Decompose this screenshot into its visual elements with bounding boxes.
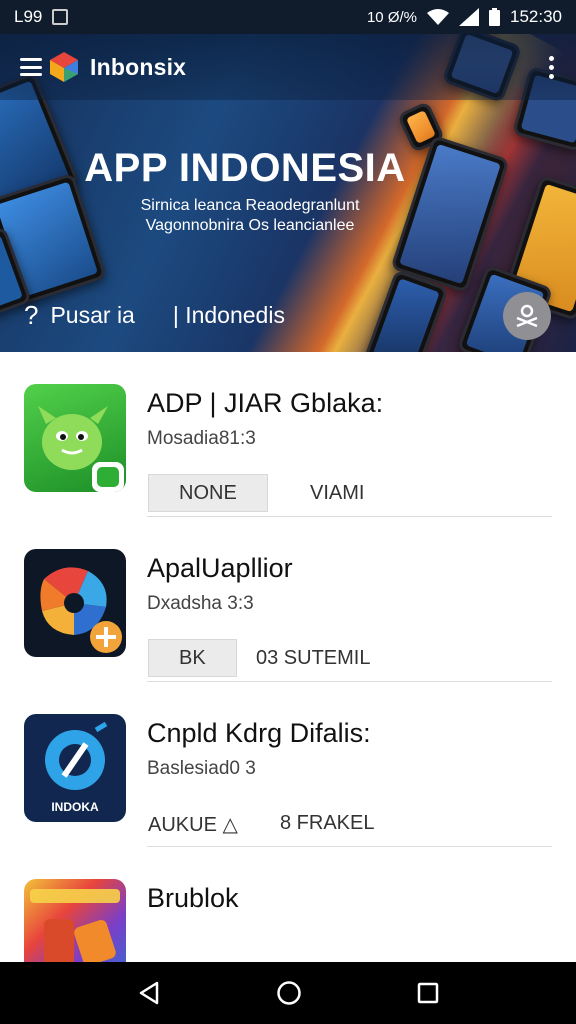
app-tertiary-action[interactable]: AUKUE △ — [148, 812, 238, 837]
hero-link-right[interactable]: | Indonedis — [173, 302, 285, 329]
help-icon: ? — [24, 300, 39, 330]
wifi-icon — [427, 9, 449, 25]
hero-subtitle: Sirnica leanca Reaodegranlunt Vagonnobni… — [0, 196, 500, 236]
battery-icon — [489, 8, 500, 26]
app-secondary-action[interactable]: VIAMI — [310, 482, 364, 505]
screen: L99 10 Ø/% 152:30 Inbonsix APP INDONESIA… — [0, 0, 576, 1024]
app-icon-label: INDOKA — [51, 800, 99, 814]
app-secondary-action[interactable]: 8 FRAKEL — [280, 812, 374, 835]
hero-subtitle-line-2: Vagonnobnira Os leancianlee — [145, 217, 355, 234]
system-nav-bar — [0, 962, 576, 1024]
app-title: ApalUapllior — [147, 553, 293, 583]
profile-icon — [516, 304, 538, 328]
app-primary-button[interactable]: NONE — [148, 474, 268, 512]
app-title: ADP | JIAR Gblaka: — [147, 388, 384, 418]
hero-link-left[interactable]: Pusar ia — [50, 302, 134, 329]
app-icon — [24, 384, 126, 492]
signal-icon — [459, 8, 479, 26]
list-item[interactable]: ADP | JIAR Gblaka: Mosadia81:3 NONE VIAM… — [0, 352, 576, 517]
home-icon[interactable] — [276, 980, 302, 1006]
app-title: Cnpld Kdrg Difalis: — [147, 718, 371, 748]
app-subtitle: Mosadia81:3 — [147, 428, 256, 449]
app-subtitle: Baslesiad0 3 — [147, 758, 256, 779]
status-left-text: L99 — [14, 7, 43, 26]
list-item[interactable]: ApalUapllior Dxadsha 3:3 BK 03 SUTEMIL — [0, 517, 576, 682]
menu-icon[interactable] — [20, 58, 42, 76]
app-icon — [24, 549, 126, 657]
more-vert-icon[interactable] — [546, 55, 556, 79]
hero-subtitle-line-1: Sirnica leanca Reaodegranlunt — [140, 197, 360, 214]
gallery-notification-icon — [52, 9, 69, 25]
back-icon[interactable] — [137, 981, 161, 1005]
app-logo-icon — [50, 52, 78, 82]
app-title: Brublok — [147, 883, 239, 913]
profile-button[interactable] — [503, 292, 551, 340]
hero-links: ? Pusar ia | Indonedis — [24, 300, 285, 331]
status-glyphs: 10 Ø/% — [366, 8, 417, 26]
status-bar: L99 10 Ø/% 152:30 — [0, 0, 576, 34]
app-primary-button[interactable]: BK — [148, 639, 237, 677]
top-app-bar: Inbonsix — [0, 34, 576, 100]
app-list: ADP | JIAR Gblaka: Mosadia81:3 NONE VIAM… — [0, 352, 576, 1012]
brand-name: Inbonsix — [90, 53, 187, 80]
list-item[interactable]: INDOKA Cnpld Kdrg Difalis: Baslesiad0 3 … — [0, 682, 576, 847]
status-time: 152:30 — [510, 7, 562, 26]
app-icon: INDOKA — [24, 714, 126, 822]
app-secondary-action[interactable]: 03 SUTEMIL — [256, 647, 370, 670]
app-subtitle: Dxadsha 3:3 — [147, 593, 254, 614]
hero-title: APP INDONESIA — [84, 146, 406, 190]
recents-icon[interactable] — [417, 982, 439, 1004]
